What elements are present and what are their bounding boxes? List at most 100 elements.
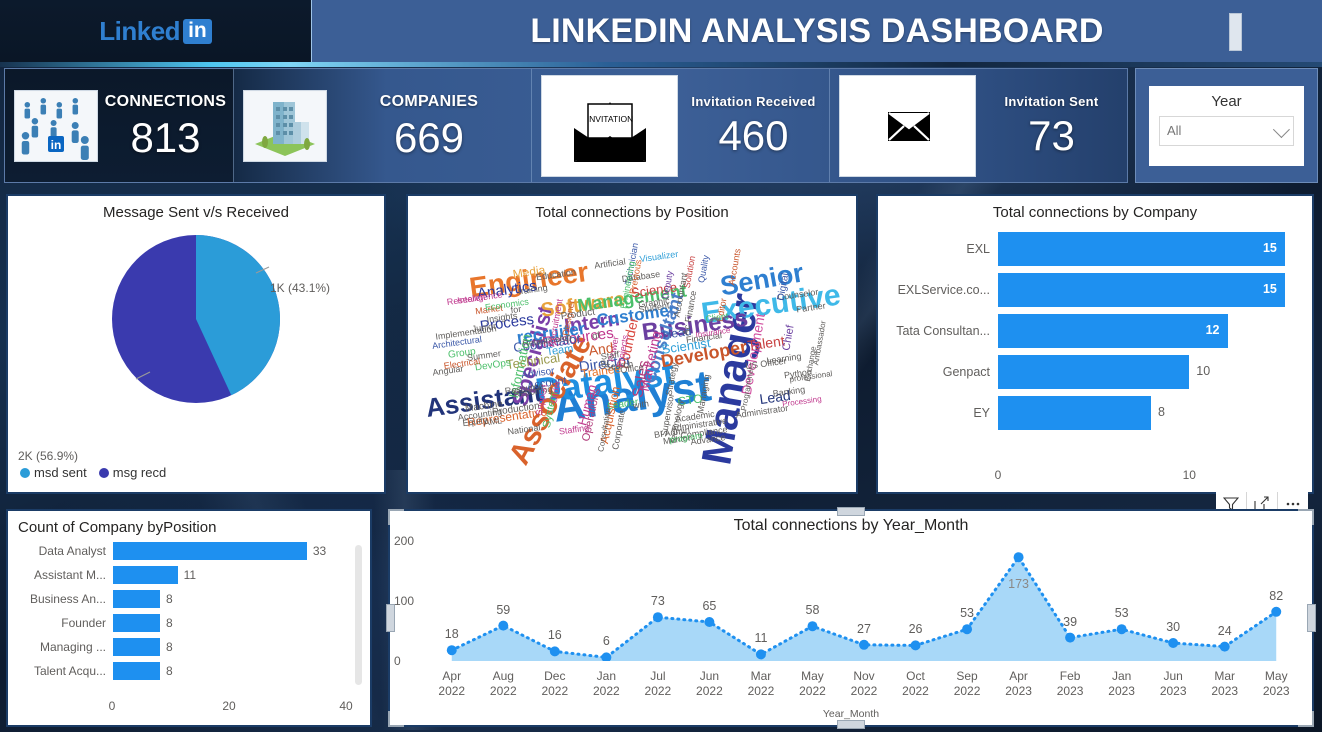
wordcloud-word[interactable]: AML [483, 416, 503, 428]
line-chart-point[interactable] [1116, 624, 1127, 635]
line-chart-point[interactable] [910, 640, 921, 651]
position-bar-row[interactable]: Talent Acqu... 8 [8, 661, 348, 681]
resize-handle-bottom[interactable] [837, 720, 865, 729]
legend-dot-received [98, 467, 109, 478]
chevron-down-icon[interactable] [1272, 120, 1290, 138]
resize-corner-top-right[interactable] [1298, 509, 1314, 525]
position-bar-track: 8 [113, 614, 348, 632]
line-chart-point[interactable] [498, 620, 509, 631]
position-bar[interactable] [113, 662, 160, 680]
position-bar[interactable] [113, 614, 160, 632]
wordcloud-word[interactable]: Artificial [593, 257, 626, 271]
legend-label-received: msg recd [112, 465, 167, 480]
line-chart-point[interactable] [1013, 552, 1024, 563]
position-x-axis: 0 20 40 [109, 699, 353, 713]
line-chart-svg[interactable] [426, 541, 1302, 663]
line-chart-point[interactable] [1271, 606, 1282, 617]
line-chart-point[interactable] [1168, 638, 1179, 648]
company-bar-track: 15 [998, 273, 1304, 307]
wordcloud-word[interactable]: Quality [696, 255, 711, 284]
company-bar-value: 15 [1262, 282, 1277, 296]
pie-legend: msd sent msg recd [20, 465, 166, 480]
line-chart-x-label: Jan 2022 [592, 669, 620, 698]
line-chart-point[interactable] [549, 646, 560, 657]
connections-by-position-panel[interactable]: Total connections by Position Analyst Man… [406, 194, 858, 494]
year-slicer[interactable]: Year All [1149, 85, 1304, 166]
line-chart-point[interactable] [755, 649, 766, 660]
position-bar-label: Managing ... [39, 640, 106, 654]
line-chart-point[interactable] [1065, 632, 1076, 643]
position-bar[interactable] [113, 638, 160, 656]
line-chart-x-label: Jun 2023 [1159, 669, 1187, 698]
kpi-card-invitation-sent[interactable]: Invitation Sent 73 [829, 69, 1127, 182]
line-chart-x-label: Aug 2022 [489, 669, 517, 698]
wordcloud-word[interactable]: for [510, 304, 522, 315]
position-bar[interactable] [113, 590, 160, 608]
line-chart-point[interactable] [652, 612, 663, 623]
company-bar-row[interactable]: EXLService.co... 15 [878, 273, 1304, 307]
company-bar-row[interactable]: EY 8 [878, 396, 1304, 430]
company-bar[interactable] [998, 355, 1190, 389]
pie-chart-svg[interactable] [106, 229, 286, 409]
wordcloud-word[interactable]: training [518, 282, 549, 296]
company-bar[interactable] [998, 396, 1151, 430]
position-bar-row[interactable]: Assistant M... 11 [8, 565, 348, 585]
company-bar[interactable] [998, 232, 1285, 266]
line-chart-point[interactable] [1219, 641, 1230, 652]
legend-item-received[interactable]: msg recd [98, 465, 167, 480]
kpi-card-invitation-received[interactable]: INVITATION Invitation Received 460 [531, 69, 829, 182]
kpi-value-connections: 813 [130, 113, 201, 161]
company-axis-tick: 10 [1182, 468, 1196, 482]
company-bar-row[interactable]: Genpact 10 [878, 355, 1304, 389]
line-chart-data-label: 27 [857, 621, 871, 636]
legend-item-sent[interactable]: msd sent [20, 465, 87, 480]
resize-handle-right[interactable] [1307, 604, 1316, 632]
wordcloud-title: Total connections by Position [535, 204, 729, 221]
position-bar-row[interactable]: Business An... 8 [8, 589, 348, 609]
line-chart-point[interactable] [962, 624, 973, 635]
linkedin-logo-badge: in [183, 18, 212, 44]
company-bar-label: EY [973, 406, 990, 420]
position-scrollbar[interactable] [355, 545, 362, 685]
position-bar-value: 33 [312, 544, 327, 558]
company-bars[interactable]: EXL 15 EXLService.co... 15 Tata Consultan...… [878, 232, 1304, 458]
line-chart-point[interactable] [446, 645, 457, 656]
line-chart-y-tick: 200 [394, 534, 415, 548]
company-bar-row[interactable]: EXL 15 [878, 232, 1304, 266]
position-bar-row[interactable]: Managing ... 8 [8, 637, 348, 657]
wordcloud-word[interactable]: Chief [780, 325, 796, 352]
kpi-card-companies[interactable]: COMPANIES 669 [233, 69, 531, 182]
line-chart-plot[interactable] [426, 541, 1302, 663]
line-chart-point[interactable] [807, 621, 818, 632]
kpi-label-invitation-received: Invitation Received [691, 94, 816, 109]
position-bars[interactable]: Data Analyst 33 Assistant M... 11 Business A… [8, 541, 348, 689]
connections-by-year-month-panel[interactable]: Total connections by Year_Month 0 100 200 … [386, 507, 1316, 729]
company-bar-value: 10 [1196, 364, 1211, 378]
kpi-card-connections[interactable]: in CONNECTIONS 813 [5, 69, 233, 182]
resize-handle-left[interactable] [386, 604, 395, 632]
company-bar[interactable] [998, 314, 1228, 348]
resize-handle-top[interactable] [837, 507, 865, 516]
wordcloud-word[interactable]: Talent [747, 333, 786, 354]
line-chart-point[interactable] [601, 652, 612, 663]
wordcloud-word[interactable]: of [592, 330, 601, 341]
line-chart-point[interactable] [859, 639, 869, 650]
company-bar-track: 12 [998, 314, 1304, 348]
line-chart-point[interactable] [704, 617, 715, 627]
wordcloud-canvas[interactable]: Analyst Manager DataIyst Executive Associate… [408, 221, 856, 476]
resize-corner-top-left[interactable] [388, 509, 404, 525]
year-slicer-dropdown[interactable]: All [1159, 115, 1294, 146]
position-bar[interactable] [113, 542, 307, 560]
company-bar-row[interactable]: Tata Consultan... 12 [878, 314, 1304, 348]
message-sent-received-panel[interactable]: Message Sent v/s Received 1K (43.1%) 2K … [6, 194, 386, 494]
wordcloud-word[interactable]: Visualizer [639, 249, 679, 264]
position-bar-row[interactable]: Data Analyst 33 [8, 541, 348, 561]
connections-by-company-panel[interactable]: Total connections by Company EXL 15 EXLSer… [876, 194, 1314, 516]
wordcloud-word[interactable]: with [632, 398, 649, 410]
position-bar-value: 11 [183, 568, 197, 582]
company-bar-track: 15 [998, 232, 1304, 266]
company-bar[interactable] [998, 273, 1285, 307]
count-of-company-by-position-panel[interactable]: Count of Company byPosition Data Analyst… [6, 509, 372, 727]
position-bar-row[interactable]: Founder 8 [8, 613, 348, 633]
position-bar[interactable] [113, 566, 178, 584]
